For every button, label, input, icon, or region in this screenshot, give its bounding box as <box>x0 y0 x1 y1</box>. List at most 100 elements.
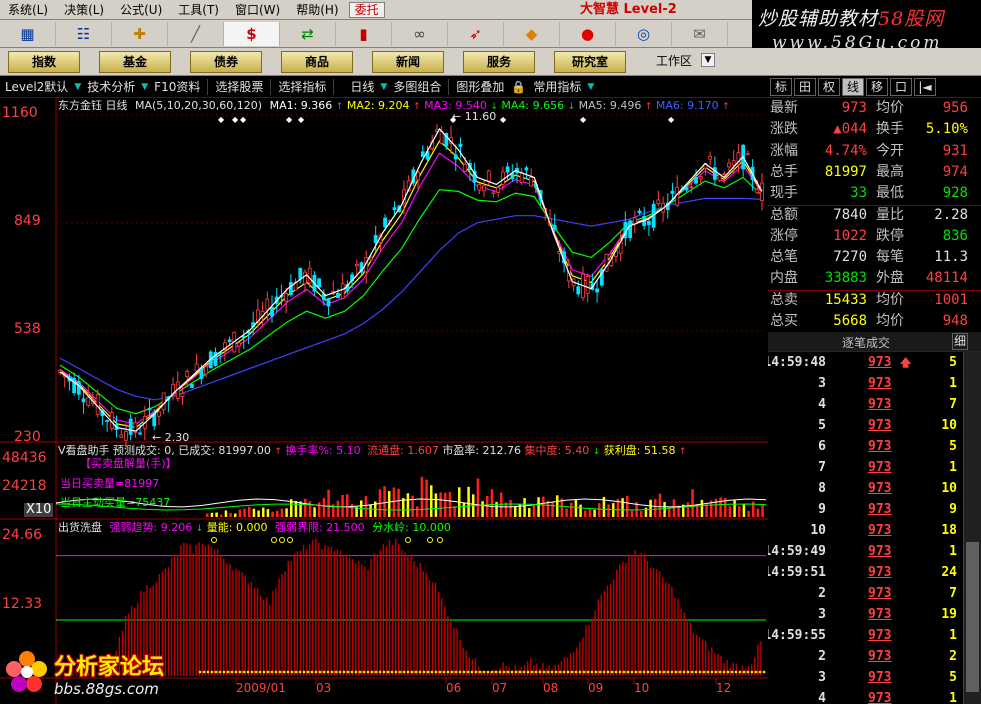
tab-collapse[interactable]: |◄ <box>914 77 936 96</box>
rocket-icon[interactable]: ➶ <box>448 21 504 46</box>
oscillator-dot <box>462 670 466 674</box>
envelope-icon[interactable]: ✉ <box>672 21 728 46</box>
kline-chart-area[interactable]: ◆ ◆ ◆ ◆ ◆ ◆ ◆ ◆ ◆ 东方金钰 日线 MA(5,10,20,30,60,120) … <box>0 98 768 704</box>
oscillator-dot <box>362 670 366 674</box>
volume-bar <box>444 492 447 517</box>
price-axis-tick: 1160 <box>2 105 38 121</box>
candle-body <box>119 434 124 438</box>
module-fund-button[interactable]: 基金 <box>99 51 171 73</box>
module-news-button[interactable]: 新闻 <box>372 51 444 73</box>
binoculars-icon[interactable]: ∞ <box>392 21 448 46</box>
quote-label: 涨幅 <box>770 142 798 159</box>
tech-analysis-tab[interactable]: 技术分析 <box>82 76 140 98</box>
menu-help[interactable]: 帮助(H) <box>288 0 346 20</box>
scrollbar-thumb[interactable] <box>966 542 979 692</box>
chevron-down-icon[interactable]: ▼ <box>701 53 715 67</box>
table-icon[interactable]: ☷ <box>56 21 112 46</box>
oscillator-dot <box>566 670 570 674</box>
candle-body <box>420 151 425 158</box>
quote-value: 7270 <box>833 249 867 266</box>
candle-body <box>303 271 307 285</box>
multi-chart-button[interactable]: 多图组合 <box>388 76 446 98</box>
tab-label[interactable]: 标 <box>770 77 792 96</box>
tick-detail-button[interactable]: 细 <box>952 333 968 350</box>
strength-limit: 强弱界限: 21.500 <box>274 521 365 534</box>
candle-body <box>180 392 185 397</box>
module-commodity-button[interactable]: 商品 <box>281 51 353 73</box>
candle-body <box>227 339 232 343</box>
tab-box[interactable]: 口 <box>890 77 912 96</box>
crosshair-icon[interactable]: ✚ <box>112 21 168 46</box>
module-index-button[interactable]: 指数 <box>8 51 80 73</box>
watermark-text-b: 58股网 <box>878 8 945 30</box>
module-research-button[interactable]: 研究室 <box>554 51 626 73</box>
dollar-icon[interactable]: $ <box>224 21 280 46</box>
oscillator-dot <box>650 670 654 674</box>
select-stock-button[interactable]: 选择股票 <box>210 76 268 98</box>
tab-move[interactable]: 移 <box>866 77 888 96</box>
module-bond-button[interactable]: 债券 <box>190 51 262 73</box>
oscillator-dot <box>250 670 254 674</box>
tab-weight[interactable]: 权 <box>818 77 840 96</box>
candle-icon[interactable]: ▮ <box>336 21 392 46</box>
oscillator-dot <box>706 670 710 674</box>
dropdown-arrow-icon[interactable]: ▼ <box>379 82 388 92</box>
quote-value: 931 <box>942 142 968 159</box>
volume-bar <box>584 510 587 517</box>
module-service-button[interactable]: 服务 <box>463 51 535 73</box>
volume-subtitle: 【买卖盘解量(手)】 <box>80 457 177 470</box>
daily-period-button[interactable]: 日线 <box>336 76 379 98</box>
grid-icon[interactable]: ▦ <box>0 21 56 46</box>
select-indicator-button[interactable]: 选择指标 <box>273 76 331 98</box>
tick-price: 973 <box>868 565 892 580</box>
quote-value: 33883 <box>824 270 867 287</box>
module-bar: 指数 基金 债券 商品 新闻 服务 研究室 工作区 ▼ <box>0 48 981 76</box>
quote-label: 内盘 <box>770 270 798 287</box>
ruler-icon[interactable]: ╱ <box>168 21 224 46</box>
oscillator-dot <box>602 670 606 674</box>
fire-icon[interactable]: ● <box>560 21 616 46</box>
tick-list[interactable]: 14:59:48 973 5 🡅 3 973 1 4 973 7 5 973 10 6 973 5 7 973 1 8… <box>768 352 963 704</box>
oscillator-dot <box>330 670 334 674</box>
tick-time: 2 <box>818 649 826 664</box>
kline-chart-svg[interactable]: ◆ ◆ ◆ ◆ ◆ ◆ ◆ ◆ ◆ <box>0 98 768 704</box>
menu-window[interactable]: 窗口(W) <box>227 0 288 20</box>
oscillator-dot <box>430 670 434 674</box>
diamond-icon[interactable]: ◆ <box>504 21 560 46</box>
volume-bar <box>481 501 484 517</box>
order-button[interactable]: 委托 <box>348 1 385 18</box>
oscillator-dot <box>226 670 230 674</box>
tab-line[interactable]: 线 <box>842 77 864 96</box>
menu-decision[interactable]: 决策(L) <box>56 0 112 20</box>
dropdown-arrow-icon[interactable]: ▼ <box>73 82 82 92</box>
volume-bar <box>411 495 414 517</box>
volume-bar <box>551 502 554 517</box>
quote-value: 4.74% <box>824 142 867 159</box>
oscillator-dot <box>350 670 354 674</box>
volume-bar <box>364 496 368 517</box>
f10-info-tab[interactable]: F10资料 <box>149 76 205 98</box>
quote-label: 外盘 <box>876 270 904 287</box>
oscillator-dot <box>598 670 602 674</box>
tab-grid[interactable]: 田 <box>794 77 816 96</box>
common-indicator-button[interactable]: 常用指标 <box>528 76 586 98</box>
exchange-icon[interactable]: ⇄ <box>280 21 336 46</box>
level2-default-tab[interactable]: Level2默认 <box>0 76 73 98</box>
workarea-label[interactable]: 工作区 <box>656 52 692 69</box>
oscillator-dot <box>622 670 626 674</box>
volume-bar <box>565 508 568 517</box>
overlay-button[interactable]: 图形叠加 <box>451 76 509 98</box>
tick-scrollbar[interactable] <box>963 352 981 704</box>
date-axis-label: 08 <box>543 681 559 695</box>
globe-icon[interactable]: ◎ <box>616 21 672 46</box>
menu-tools[interactable]: 工具(T) <box>170 0 227 20</box>
candle-body <box>185 371 190 378</box>
watermark-text-a: 炒股辅助教材 <box>758 8 879 30</box>
dropdown-arrow-icon[interactable]: ▼ <box>586 82 595 92</box>
menu-system[interactable]: 系统(L) <box>0 0 56 20</box>
candle-body <box>383 217 387 228</box>
lock-icon[interactable]: 🔒 <box>509 76 528 98</box>
menu-formula[interactable]: 公式(U) <box>112 0 170 20</box>
icon-toolbar: ▦ ☷ ✚ ╱ $ ⇄ ▮ ∞ ➶ ◆ ● ◎ ✉ <box>0 20 752 48</box>
dropdown-arrow-icon[interactable]: ▼ <box>140 82 149 92</box>
